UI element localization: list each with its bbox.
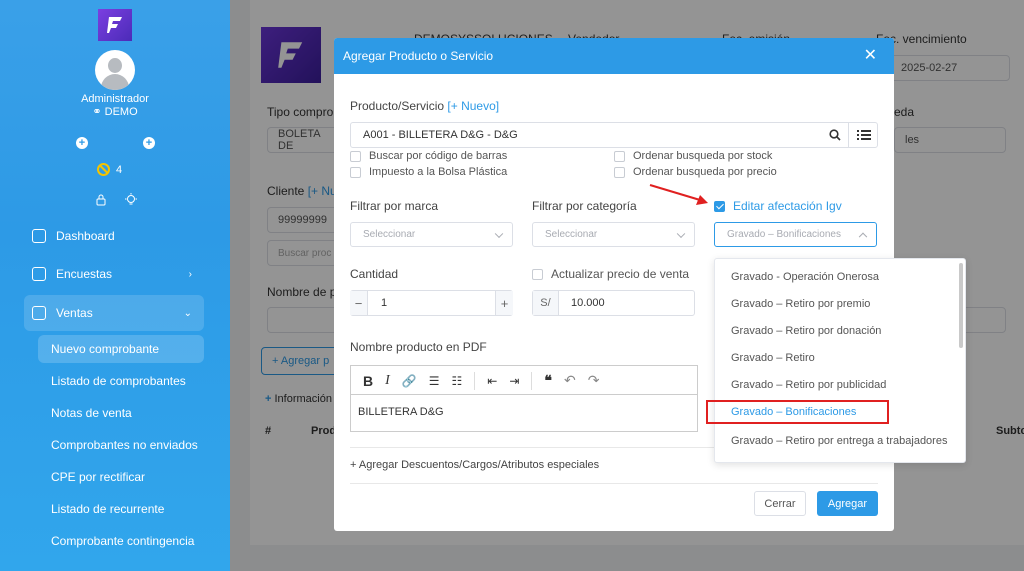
agregar-descuentos-link[interactable]: + Agregar Descuentos/Cargos/Atributos es… (350, 459, 599, 471)
chevron-down-icon (676, 229, 686, 238)
editar-igv-checkbox[interactable]: Editar afectación Igv (714, 199, 842, 213)
divider (350, 483, 878, 484)
actualizar-precio-checkbox[interactable]: Actualizar precio de venta (532, 267, 689, 281)
highlight-box (706, 400, 889, 424)
italic-icon[interactable]: I (385, 373, 390, 389)
close-icon[interactable]: ✕ (864, 48, 877, 64)
marca-select[interactable]: Seleccionar (350, 222, 513, 247)
producto-select[interactable]: A001 - BILLETERA D&G - D&G (350, 122, 878, 148)
ordenar-stock-checkbox[interactable]: Ordenar busqueda por stock (614, 150, 772, 162)
sidebar-item-ventas[interactable]: Ventas ⌄ (24, 295, 204, 331)
document-icon (32, 306, 46, 320)
lock-icon[interactable] (96, 193, 106, 206)
outdent-icon[interactable]: ⇤ (487, 374, 497, 388)
agregar-button[interactable]: Agregar (817, 491, 878, 516)
precio-input[interactable]: S/ 10.000 (532, 290, 695, 316)
modal-header: Agregar Producto o Servicio ✕ (334, 38, 894, 74)
chevron-right-icon: › (188, 268, 192, 280)
add-right-icon[interactable]: + (143, 137, 155, 149)
sidebar-subitem-recurrente[interactable]: Listado de recurrente (38, 495, 204, 523)
dropdown-option[interactable]: Gravado – Retiro por premio (715, 290, 960, 317)
categoria-select[interactable]: Seleccionar (532, 222, 695, 247)
ordenar-precio-checkbox[interactable]: Ordenar busqueda por precio (614, 166, 777, 178)
avatar[interactable] (95, 50, 135, 90)
dropdown-option[interactable]: Gravado – Retiro por entrega a trabajado… (715, 427, 960, 454)
cantidad-stepper[interactable]: − 1 + (350, 290, 513, 316)
logo-icon (107, 17, 122, 33)
sidebar: Administrador ⚭ DEMO + + 4 Dashboard Enc… (0, 0, 230, 571)
lightbulb-icon[interactable] (124, 193, 138, 207)
user-company[interactable]: ⚭ DEMO (0, 105, 230, 118)
dropdown-option[interactable]: Gravado – Retiro (715, 344, 960, 371)
quote-icon[interactable]: ❝ (544, 372, 552, 389)
cerrar-button[interactable]: Cerrar (754, 491, 806, 516)
currency-prefix: S/ (533, 291, 559, 315)
buscar-barras-checkbox[interactable]: Buscar por código de barras (350, 150, 507, 162)
arrow-annotation-icon (649, 183, 708, 205)
dropdown-option[interactable]: Gravado – Exportación de Servicios (715, 454, 960, 463)
impuesto-bolsa-checkbox[interactable]: Impuesto a la Bolsa Plástica (350, 166, 507, 178)
bold-icon[interactable]: B (363, 373, 373, 389)
afectacion-igv-select[interactable]: Gravado – Bonificaciones (714, 222, 877, 247)
sidebar-subitem-listado-comprobantes[interactable]: Listado de comprobantes (38, 367, 204, 395)
link-icon[interactable]: 🔗 (402, 374, 417, 388)
chevron-up-icon (858, 232, 868, 241)
document-icon (32, 267, 46, 281)
sidebar-item-label: Ventas (56, 306, 93, 320)
badge-count: 4 (116, 163, 123, 176)
nombre-pdf-editor[interactable]: BILLETERA D&G (350, 394, 698, 432)
undo-icon[interactable]: ↶ (564, 372, 576, 389)
sidebar-subitem-cpe-rectificar[interactable]: CPE por rectificar (38, 463, 204, 491)
sidebar-item-encuestas[interactable]: Encuestas › (24, 256, 204, 292)
nuevo-producto-link[interactable]: [+ Nuevo] (447, 99, 499, 113)
sidebar-item-label: Dashboard (56, 229, 115, 243)
decrement-button[interactable]: − (350, 291, 368, 315)
sidebar-subitem-contingencia[interactable]: Comprobante contingencia (38, 527, 204, 555)
ban-icon (97, 163, 110, 176)
add-left-icon[interactable]: + (76, 137, 88, 149)
redo-icon[interactable]: ↷ (588, 372, 600, 389)
user-name: Administrador (81, 93, 149, 105)
cantidad-label: Cantidad (350, 267, 399, 281)
dropdown-scrollbar[interactable] (959, 263, 963, 348)
producto-label: Producto/Servicio [+ Nuevo] (350, 99, 500, 113)
dropdown-option[interactable]: Gravado – Retiro por donación (715, 317, 960, 344)
search-icon[interactable] (829, 129, 841, 141)
dropdown-option[interactable]: Gravado – Retiro por publicidad (715, 371, 960, 398)
editor-toolbar: B I 🔗 ☰ ☷ ⇤ ⇥ ❝ ↶ ↷ (350, 365, 698, 395)
sidebar-subitem-no-enviados[interactable]: Comprobantes no enviados (38, 431, 204, 459)
sidebar-subitem-notas-venta[interactable]: Notas de venta (38, 399, 204, 427)
chevron-down-icon (494, 229, 504, 238)
indent-icon[interactable]: ⇥ (509, 374, 519, 388)
increment-button[interactable]: + (495, 291, 513, 315)
list-icon[interactable] (857, 129, 871, 141)
numbered-list-icon[interactable]: ☷ (452, 374, 463, 388)
sidebar-subitem-nuevo-comprobante[interactable]: Nuevo comprobante (38, 335, 204, 363)
sidebar-item-dashboard[interactable]: Dashboard (24, 218, 204, 254)
home-icon (32, 229, 46, 243)
notification-badge[interactable]: 4 (97, 163, 122, 176)
sidebar-item-label: Encuestas (56, 267, 113, 281)
nombre-pdf-label: Nombre producto en PDF (350, 340, 487, 354)
marca-label: Filtrar por marca (350, 199, 439, 213)
chevron-down-icon: ⌄ (183, 307, 192, 319)
categoria-label: Filtrar por categoría (532, 199, 637, 213)
bullet-list-icon[interactable]: ☰ (429, 374, 440, 388)
app-logo[interactable] (98, 9, 132, 41)
sidebar-icons (96, 193, 138, 207)
modal-title: Agregar Producto o Servicio (343, 49, 494, 63)
dropdown-option[interactable]: Gravado - Operación Onerosa (715, 263, 960, 290)
afectacion-igv-dropdown: Gravado - Operación Onerosa Gravado – Re… (714, 258, 966, 463)
